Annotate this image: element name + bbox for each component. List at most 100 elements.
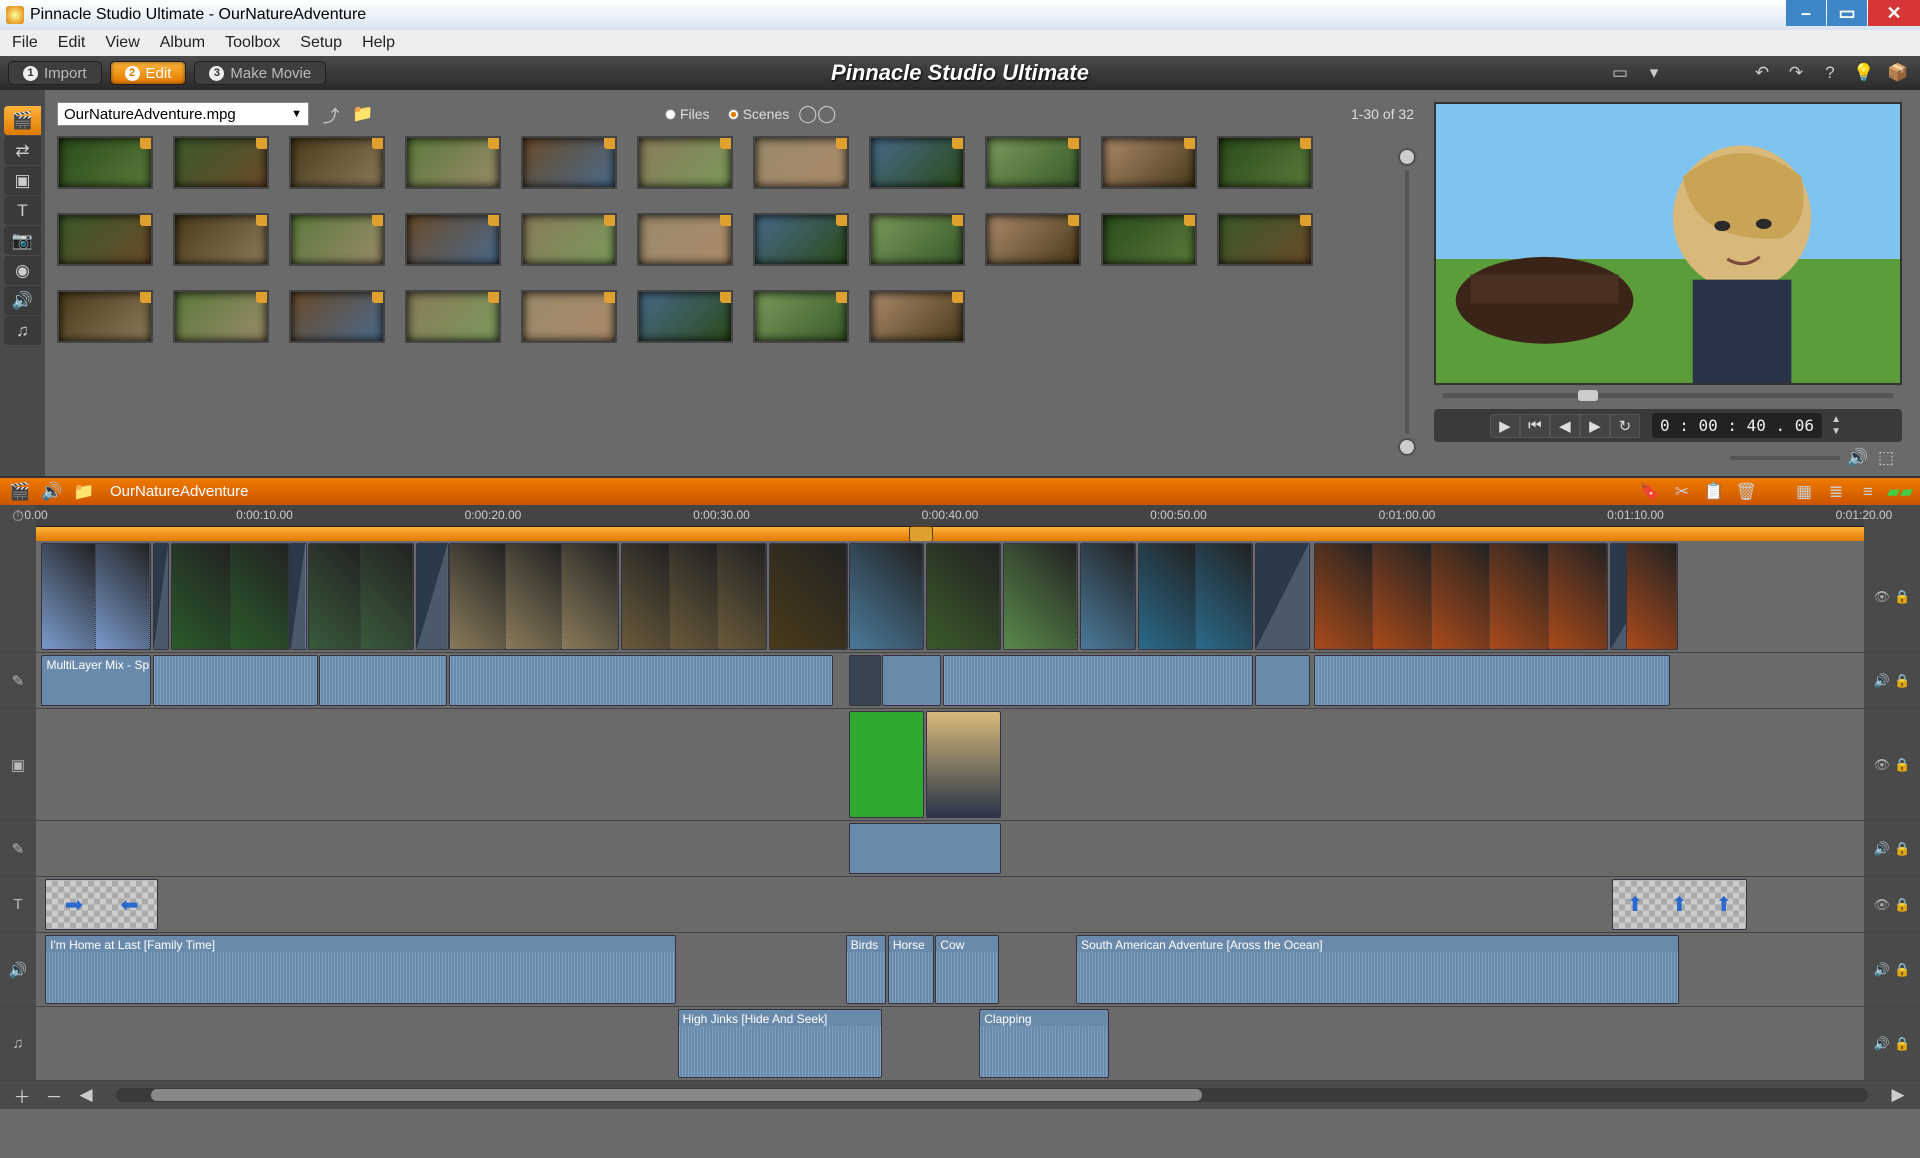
album-thumbnail[interactable]	[1217, 213, 1313, 266]
timeline-video-clip[interactable]	[1138, 543, 1253, 650]
timeline-video-clip[interactable]	[1626, 543, 1677, 650]
album-thumbnail[interactable]	[637, 290, 733, 343]
timecode-display[interactable]: 0 : 00 : 40 . 06	[1652, 413, 1822, 438]
scroll-down-icon[interactable]	[1400, 440, 1414, 454]
track-head-icon[interactable]	[0, 541, 36, 652]
mute-icon[interactable]: 🔊	[1848, 448, 1868, 468]
tab-make-movie[interactable]: 3 Make Movie	[194, 61, 326, 85]
album-thumbnail[interactable]	[753, 290, 849, 343]
lock-icon[interactable]: 🔒	[1894, 1036, 1910, 1052]
loop-button[interactable]: ↻	[1610, 414, 1640, 438]
timeline-audio-clip[interactable]: High Jinks [Hide And Seek]	[678, 1009, 883, 1078]
redo-icon[interactable]: ↷	[1786, 63, 1806, 83]
timeline-transition[interactable]	[290, 543, 306, 650]
track-audio-main[interactable]: ✎ MultiLayer Mix - Split 🔊🔒	[0, 653, 1920, 709]
track-head-icon[interactable]: T	[0, 877, 36, 932]
menu-edit[interactable]: Edit	[50, 32, 94, 54]
go-start-button[interactable]: ⏮	[1520, 414, 1550, 438]
album-thumbnail[interactable]	[57, 136, 153, 189]
timeline-video-clip[interactable]	[1314, 543, 1608, 650]
category-photos[interactable]: 📷	[4, 226, 41, 255]
undo-icon[interactable]: ↶	[1752, 63, 1772, 83]
album-thumbnail[interactable]	[869, 136, 965, 189]
track-video-main[interactable]: 👁🔒	[0, 541, 1920, 653]
preview-scrub-slider[interactable]	[1434, 389, 1902, 401]
category-transitions[interactable]: ⇄	[4, 136, 41, 165]
tc-up-icon[interactable]: ▲	[1826, 414, 1846, 426]
menu-setup[interactable]: Setup	[292, 32, 350, 54]
list-view-icon[interactable]: ≡	[1858, 482, 1878, 502]
track-head-icon[interactable]: ✎	[0, 821, 36, 876]
track-overlay-video[interactable]: ▣ 👁🔒	[0, 709, 1920, 821]
track-overlay-audio[interactable]: ✎ 🔊🔒	[0, 821, 1920, 877]
timeline-transition[interactable]	[153, 543, 169, 650]
scene-detect-icon[interactable]: ◯◯	[807, 104, 827, 124]
tc-down-icon[interactable]: ▼	[1826, 426, 1846, 438]
timeline-video-clip[interactable]	[1080, 543, 1137, 650]
menu-view[interactable]: View	[97, 32, 147, 54]
album-thumbnail[interactable]	[173, 136, 269, 189]
timeline-horizontal-scrollbar[interactable]	[116, 1088, 1868, 1102]
scroll-right-icon[interactable]: ▶	[1888, 1085, 1908, 1105]
category-disc-menus[interactable]: ◉	[4, 256, 41, 285]
parent-folder-icon[interactable]: ⤴	[321, 104, 341, 124]
album-scrollbar[interactable]	[1400, 136, 1414, 468]
timeline-scrubber[interactable]	[36, 527, 1864, 541]
track-head-icon[interactable]: 🔊	[0, 933, 36, 1006]
folder-icon[interactable]: 📁	[353, 104, 373, 124]
album-file-dropdown[interactable]: OurNatureAdventure.mpg ▼	[57, 102, 309, 126]
category-montage[interactable]: ▣	[4, 166, 41, 195]
timeline-video-clip[interactable]	[769, 543, 848, 650]
timeline-video-clip[interactable]	[621, 543, 767, 650]
lock-icon[interactable]: 🔒	[1894, 757, 1910, 773]
timeline-ruler[interactable]: 0.000:00:10.000:00:20.000:00:30.000:00:4…	[36, 505, 1864, 527]
tab-edit[interactable]: 2 Edit	[110, 61, 187, 85]
album-thumbnail[interactable]	[637, 136, 733, 189]
timeline-video-clip[interactable]	[449, 543, 619, 650]
timeline-transition[interactable]	[416, 543, 449, 650]
album-thumbnail[interactable]	[173, 290, 269, 343]
lock-icon[interactable]: 🔒	[1894, 841, 1910, 857]
timeline-video-clip[interactable]	[1003, 543, 1078, 650]
timeline-video-clip[interactable]	[171, 543, 290, 650]
album-thumbnail[interactable]	[289, 136, 385, 189]
album-thumbnail[interactable]	[753, 136, 849, 189]
track-music[interactable]: 🔊 I'm Home at Last [Family Time]BirdsHor…	[0, 933, 1920, 1007]
screen-icon[interactable]: ▭	[1610, 63, 1630, 83]
album-thumbnail[interactable]	[289, 213, 385, 266]
album-thumbnail[interactable]	[985, 213, 1081, 266]
album-thumbnail[interactable]	[289, 290, 385, 343]
timeline-audio-clip[interactable]: Cow	[935, 935, 999, 1004]
lock-icon[interactable]: 🔒	[1894, 962, 1910, 978]
zoom-out-icon[interactable]: －	[44, 1085, 64, 1105]
step-back-button[interactable]: ◀	[1550, 414, 1580, 438]
toolbox-audio-icon[interactable]: 🔊	[42, 482, 62, 502]
album-thumbnail[interactable]	[57, 213, 153, 266]
fullscreen-icon[interactable]: ⬚	[1876, 448, 1896, 468]
minimize-button[interactable]: –	[1786, 0, 1826, 26]
track-head-icon[interactable]: ▣	[0, 709, 36, 820]
album-thumbnail[interactable]	[1101, 136, 1197, 189]
help-icon[interactable]: ?	[1820, 63, 1840, 83]
album-thumbnail[interactable]	[637, 213, 733, 266]
storyboard-view-icon[interactable]: ▦	[1794, 482, 1814, 502]
step-fwd-button[interactable]: ▶	[1580, 414, 1610, 438]
maximize-button[interactable]: ▭	[1827, 0, 1867, 26]
album-thumbnail[interactable]	[173, 213, 269, 266]
album-thumbnail[interactable]	[1101, 213, 1197, 266]
category-music[interactable]: ♫	[4, 316, 41, 345]
toolbox-video-icon[interactable]: 🎬	[10, 482, 30, 502]
scroll-up-icon[interactable]	[1400, 150, 1414, 164]
album-thumbnail[interactable]	[753, 213, 849, 266]
tab-import[interactable]: 1 Import	[8, 61, 102, 85]
playhead-icon[interactable]	[909, 526, 933, 542]
album-thumbnail[interactable]	[521, 213, 617, 266]
mute-icon[interactable]: 🔊	[1874, 673, 1890, 689]
play-button[interactable]: ▶	[1490, 414, 1520, 438]
eye-icon[interactable]: 👁	[1874, 589, 1891, 605]
bulb-icon[interactable]: 💡	[1854, 63, 1874, 83]
status-meter-icon[interactable]: ▰▰	[1890, 482, 1910, 502]
album-thumbnail[interactable]	[985, 136, 1081, 189]
category-sound[interactable]: 🔊	[4, 286, 41, 315]
folder-icon[interactable]: 📁	[74, 482, 94, 502]
